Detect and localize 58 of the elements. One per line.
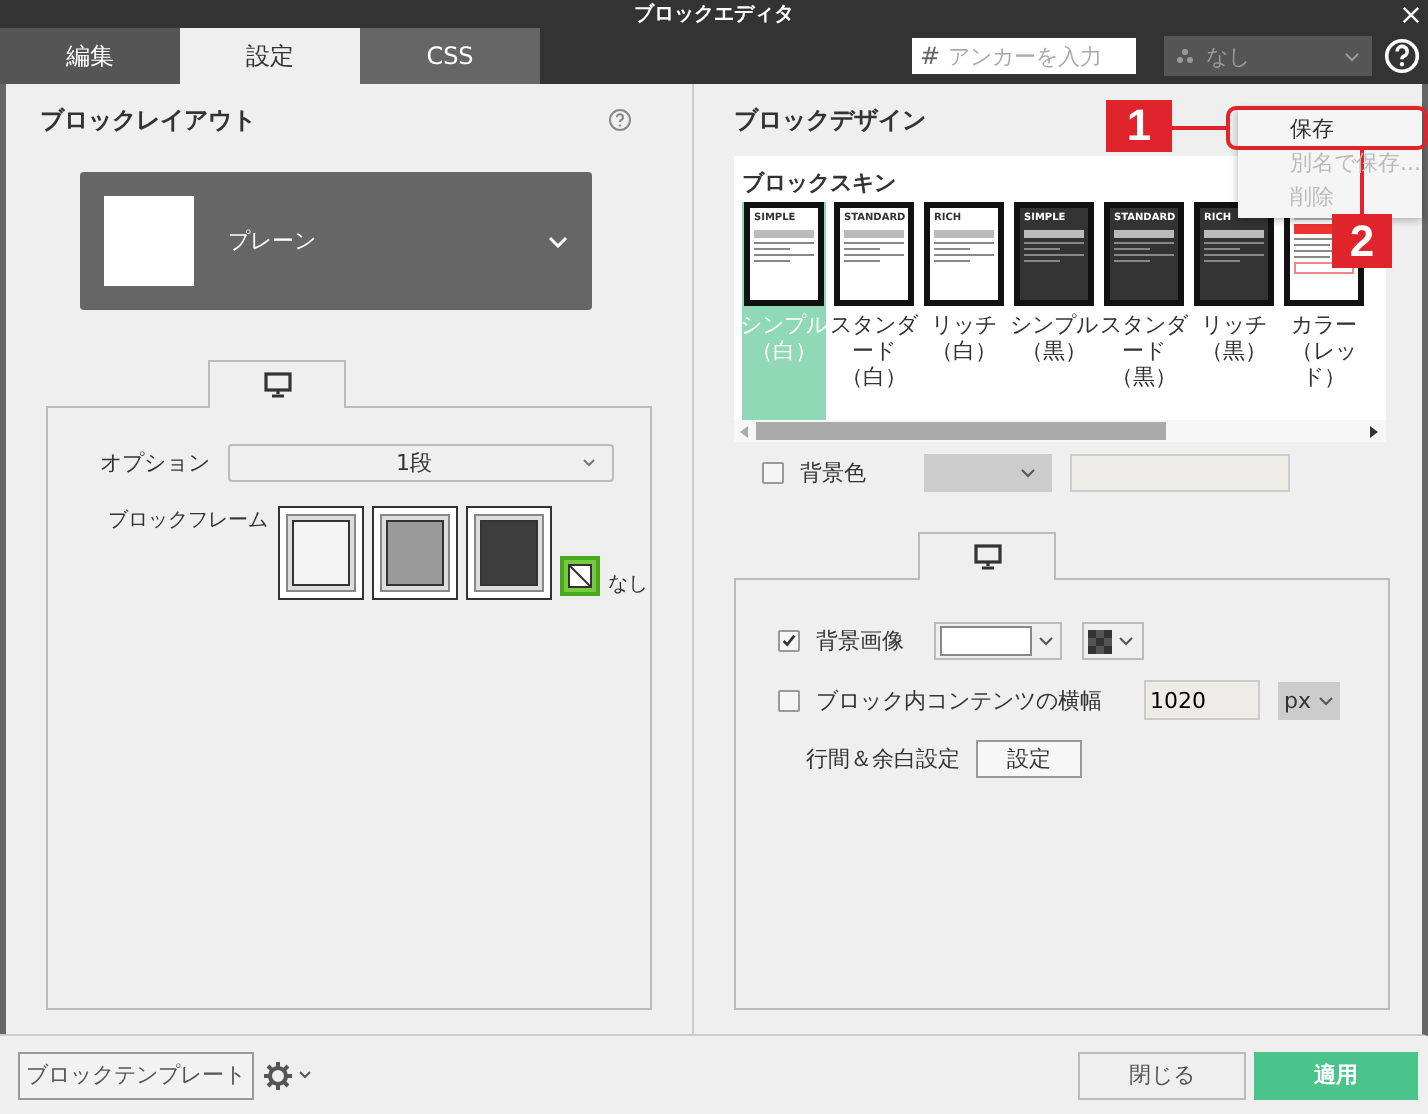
checker-pattern-icon xyxy=(1088,629,1112,653)
close-button[interactable]: 閉じる xyxy=(1078,1051,1246,1099)
settings-button[interactable]: 設定 xyxy=(976,740,1082,778)
frame-option[interactable] xyxy=(278,506,364,600)
chevron-icon xyxy=(1020,468,1036,478)
window-title: ブロックエディタ xyxy=(634,1,794,28)
settings-menu-button[interactable] xyxy=(262,1059,312,1091)
tab[interactable]: CSS xyxy=(360,28,540,84)
frame-option[interactable] xyxy=(466,506,552,600)
chevron-icon xyxy=(1118,636,1134,646)
leader-line xyxy=(1172,126,1226,130)
section-title: ブロックレイアウト xyxy=(40,103,256,137)
chevron-icon xyxy=(1344,51,1360,61)
monitor-icon xyxy=(973,544,1001,570)
chevron-icon xyxy=(1038,636,1054,646)
width-field[interactable]: 1020 xyxy=(1144,680,1260,720)
tab[interactable]: 設定 xyxy=(180,28,360,84)
tab[interactable]: 編集 xyxy=(0,28,180,84)
no-frame-label: なし xyxy=(608,572,648,598)
frame-label: ブロックフレーム xyxy=(108,507,270,534)
chevron-icon xyxy=(548,235,568,247)
scroll-right-icon[interactable] xyxy=(1370,425,1380,437)
device-tab[interactable] xyxy=(918,532,1056,580)
color-select[interactable] xyxy=(924,454,1052,492)
horizontal-scrollbar[interactable] xyxy=(734,420,1386,442)
category-icon xyxy=(1176,48,1194,64)
content-width-label: ブロック内コンテンツの横幅 xyxy=(816,685,1104,715)
no-frame-option[interactable] xyxy=(560,556,600,596)
chevron-icon xyxy=(1317,695,1333,705)
anchor-field[interactable]: # アンカーを入力 xyxy=(912,38,1136,74)
section-title: ブロックデザイン xyxy=(734,103,926,137)
option-label: オプション xyxy=(100,448,212,478)
monitor-icon xyxy=(263,372,291,398)
checkbox[interactable] xyxy=(778,689,800,711)
device-tab[interactable] xyxy=(208,360,346,408)
block-template-button[interactable]: ブロックテンプレート xyxy=(18,1051,254,1099)
layout-select[interactable]: プレーン xyxy=(80,172,592,310)
chevron-icon xyxy=(298,1070,312,1080)
callout-number: 1 xyxy=(1106,100,1172,152)
background-color-label: 背景色 xyxy=(800,458,868,488)
no-frame-icon xyxy=(568,564,592,588)
callout-number: 2 xyxy=(1332,214,1392,268)
image-select[interactable] xyxy=(934,622,1062,660)
option-select[interactable]: 1段 xyxy=(228,444,614,482)
frame-option[interactable] xyxy=(372,506,458,600)
checkbox[interactable] xyxy=(778,630,800,652)
pattern-select[interactable] xyxy=(1082,622,1144,660)
layout-thumbnail xyxy=(104,196,194,286)
color-field[interactable] xyxy=(1070,454,1290,492)
menu-item[interactable]: 保存 xyxy=(1238,112,1422,146)
background-image-label: 背景画像 xyxy=(816,626,906,656)
skin-title: ブロックスキン xyxy=(740,168,898,196)
gear-icon xyxy=(262,1059,294,1091)
chevron-icon xyxy=(582,458,596,468)
checkbox[interactable] xyxy=(762,462,784,484)
unit-select[interactable]: px xyxy=(1278,681,1340,719)
spacing-label: 行間＆余白設定 xyxy=(806,744,962,774)
close-icon[interactable] xyxy=(1402,6,1420,24)
